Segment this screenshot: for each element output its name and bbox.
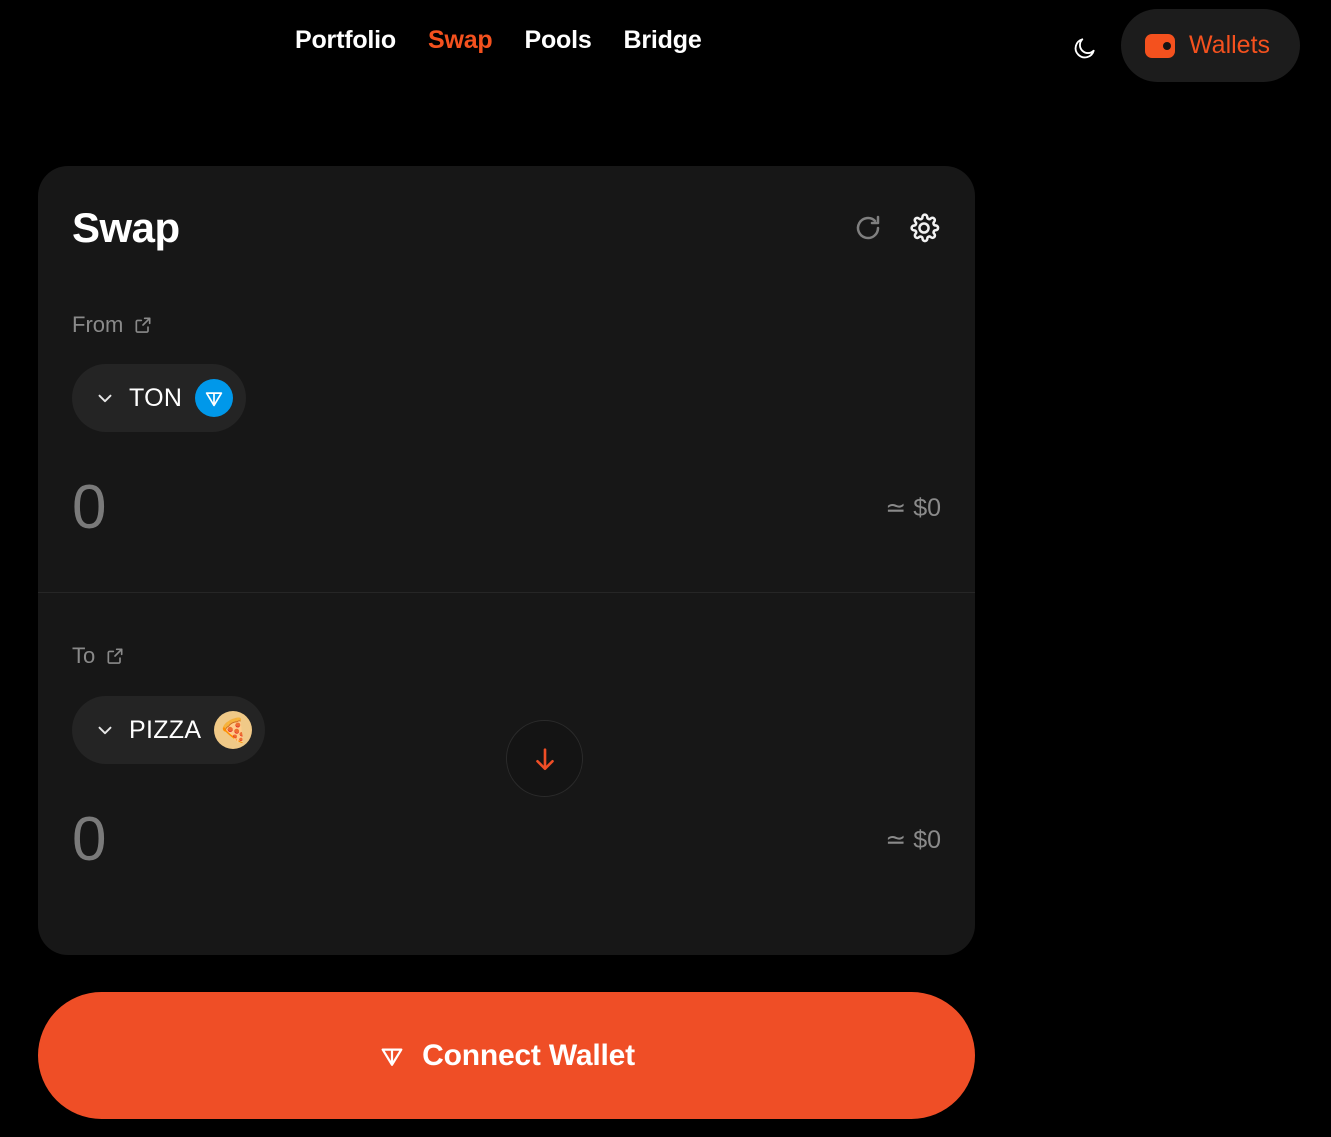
external-link-icon[interactable] [133,315,153,335]
nav-item-pools[interactable]: Pools [524,26,591,55]
connect-wallet-button[interactable]: Connect Wallet [38,992,975,1119]
section-divider [38,592,975,593]
moon-icon [1074,38,1095,59]
external-link-icon[interactable] [105,646,125,666]
nav-item-bridge[interactable]: Bridge [624,26,702,55]
theme-toggle-button[interactable] [1067,30,1103,66]
nav-item-portfolio[interactable]: Portfolio [295,26,396,55]
wallets-button[interactable]: Wallets [1121,9,1301,82]
to-amount-input[interactable] [72,804,632,875]
wallet-icon [1145,33,1175,58]
to-label: To [72,643,96,668]
pizza-logo-icon: 🍕 [214,711,253,749]
settings-button[interactable] [907,211,941,245]
to-token-selector[interactable]: PIZZA 🍕 [72,696,266,764]
from-token-selector[interactable]: TON [72,364,247,432]
refresh-button[interactable] [851,211,885,245]
page-title: Swap [72,204,180,251]
from-label: From [72,312,124,337]
from-label-group: From [72,312,153,338]
to-token-symbol: PIZZA [129,715,202,744]
arrow-down-icon [535,747,554,770]
main-navigation: Portfolio Swap Pools Bridge [295,26,702,55]
gear-icon [910,213,940,243]
from-amount-input[interactable] [72,472,632,543]
wallets-button-label: Wallets [1189,31,1271,59]
chevron-down-icon [98,726,112,735]
ton-logo-icon [195,379,234,417]
connect-wallet-label: Connect Wallet [422,1038,635,1072]
from-amount-row: ≃ $0 [72,472,941,543]
to-usd-value: ≃ $0 [885,825,941,854]
chevron-down-icon [98,394,112,403]
to-label-group: To [72,643,125,669]
app-header: Portfolio Swap Pools Bridge Wallets [0,0,1331,92]
swap-card-actions [851,211,941,245]
from-token-symbol: TON [129,383,183,412]
from-usd-value: ≃ $0 [885,493,941,522]
ton-diamond-icon [381,1047,403,1066]
swap-direction-button[interactable] [506,720,583,797]
to-amount-row: ≃ $0 [72,804,941,875]
swap-card: Swap From TON 0 ≃ $0 To PIZZA 🍕 0 ≃ $0 [38,166,975,955]
swap-card-header: Swap [72,207,941,249]
refresh-icon [856,215,880,240]
nav-item-swap[interactable]: Swap [428,26,493,55]
